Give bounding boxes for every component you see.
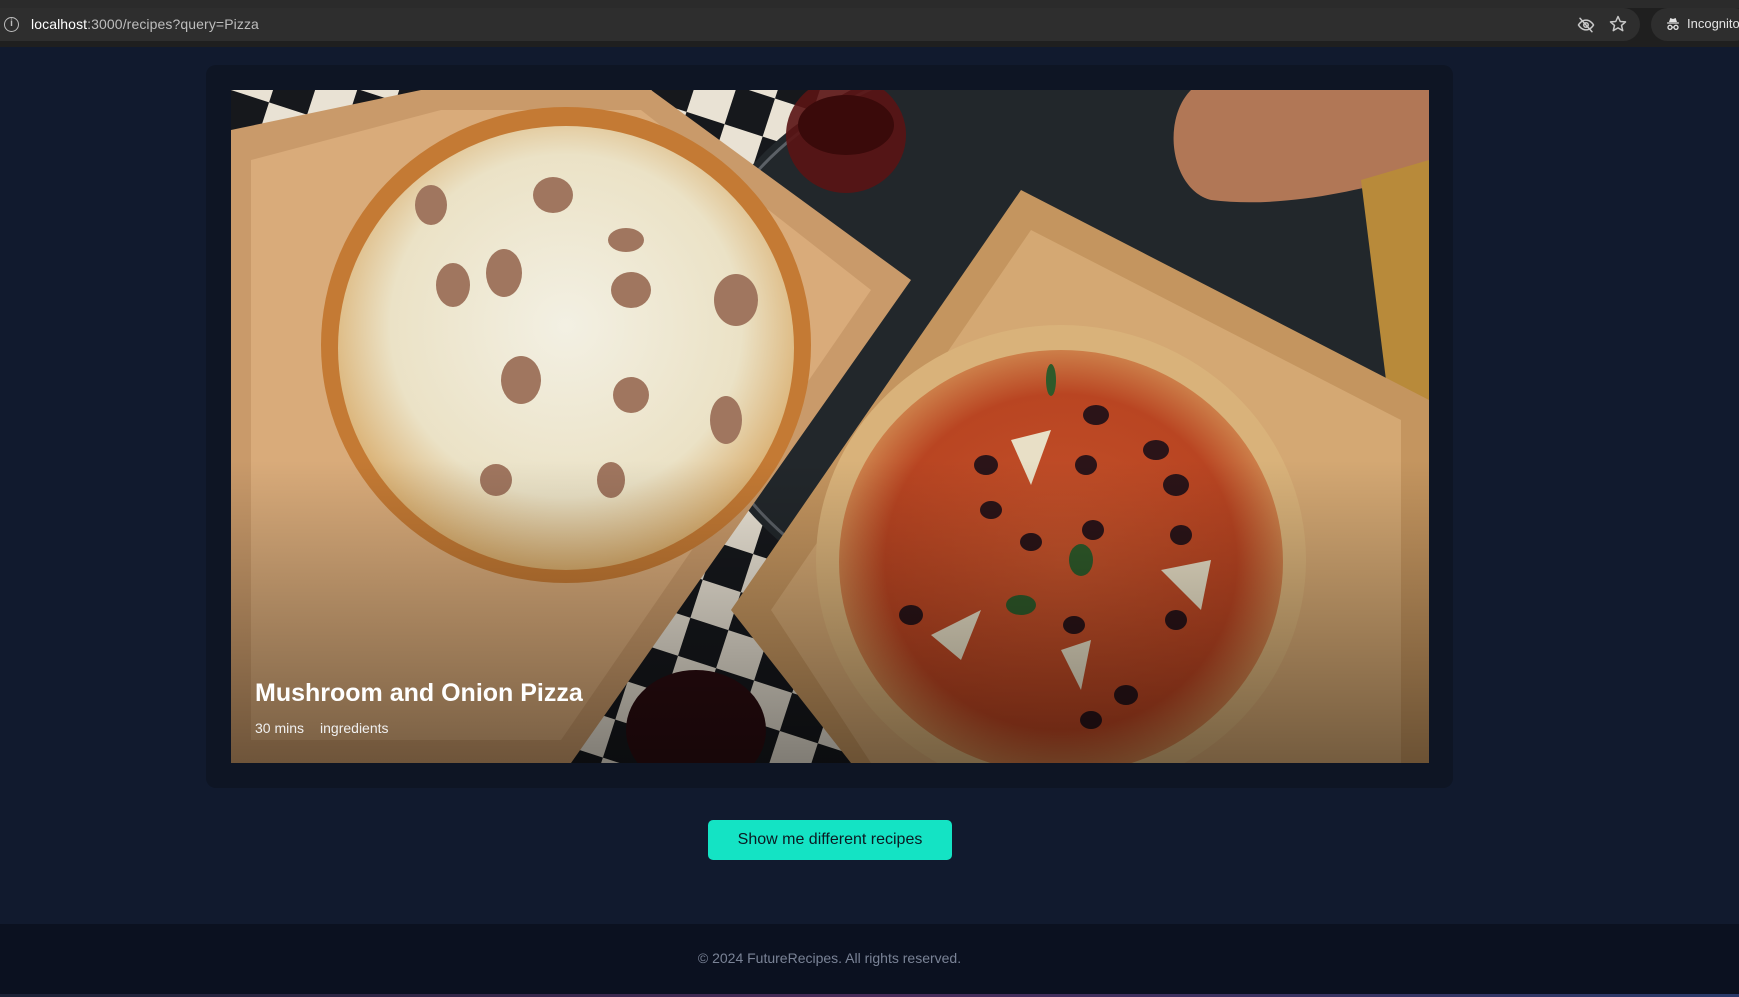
incognito-indicator[interactable]: Incognito — [1651, 8, 1739, 41]
recipe-time: 30 mins — [255, 720, 305, 736]
url-host: localhost — [31, 16, 88, 32]
copyright-text: © 2024 FutureRecipes. All rights reserve… — [697, 950, 962, 966]
photo-overlay — [231, 90, 1429, 763]
browser-toolbar: i localhost:3000/recipes?query=Pizza Inc… — [0, 0, 1739, 47]
recipe-ingredients: ingredients — [320, 720, 389, 736]
recipe-title[interactable]: Mushroom and Onion Pizza — [255, 679, 583, 708]
star-icon[interactable] — [1608, 14, 1628, 34]
recipe-card-link[interactable]: Mushroom and Onion Pizza 30 mins ingredi… — [231, 90, 1429, 763]
incognito-icon — [1667, 18, 1679, 30]
eye-off-icon[interactable] — [1577, 16, 1595, 34]
tab-strip — [0, 0, 1739, 8]
url-text[interactable]: localhost:3000/recipes?query=Pizza — [31, 16, 259, 32]
page-footer: © 2024 FutureRecipes. All rights reserve… — [0, 924, 1739, 994]
url-path: :3000/recipes?query=Pizza — [87, 16, 259, 32]
recipe-meta: 30 mins ingredients — [255, 720, 389, 736]
address-bar[interactable]: i localhost:3000/recipes?query=Pizza — [0, 8, 1640, 41]
show-different-recipes-button[interactable]: Show me different recipes — [708, 820, 952, 860]
incognito-label: Incognito — [1687, 16, 1739, 31]
info-icon[interactable]: i — [4, 17, 19, 32]
